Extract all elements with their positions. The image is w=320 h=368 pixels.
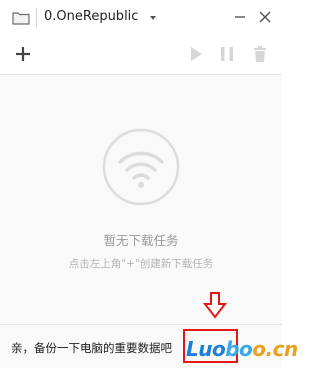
site-watermark: Luoboo.cn xyxy=(186,337,298,361)
empty-state-title: 暂无下载任务 xyxy=(103,233,179,248)
title-separator xyxy=(36,9,37,27)
folder-title[interactable]: 0.OneRepublic xyxy=(44,9,138,24)
trash-icon[interactable] xyxy=(251,45,269,63)
arrow-down-icon xyxy=(203,292,227,319)
pause-icon[interactable] xyxy=(218,45,236,63)
minimize-icon[interactable] xyxy=(231,8,249,26)
download-window: 0.OneRepublic 暂无下载任务 点击左上角"+"创建新下载任务 亲，备… xyxy=(0,0,298,368)
footer-promo-text[interactable]: 亲，备份一下电脑的重要数据吧 xyxy=(11,340,172,356)
task-list-area: 暂无下载任务 点击左上角"+"创建新下载任务 xyxy=(0,75,282,319)
title-bar: 0.OneRepublic xyxy=(0,0,282,36)
caret-down-icon[interactable] xyxy=(150,16,156,20)
plus-icon[interactable] xyxy=(14,45,32,63)
folder-icon[interactable] xyxy=(12,11,30,25)
close-icon[interactable] xyxy=(256,8,274,26)
watermark-part-1: Luo xyxy=(186,337,226,361)
toolbar xyxy=(0,36,282,75)
empty-state-hint: 点击左上角"+"创建新下载任务 xyxy=(68,258,214,270)
wifi-icon xyxy=(102,128,180,206)
watermark-part-3: o.cn xyxy=(252,337,298,361)
watermark-part-2: bo xyxy=(225,337,253,361)
play-icon[interactable] xyxy=(187,45,205,63)
